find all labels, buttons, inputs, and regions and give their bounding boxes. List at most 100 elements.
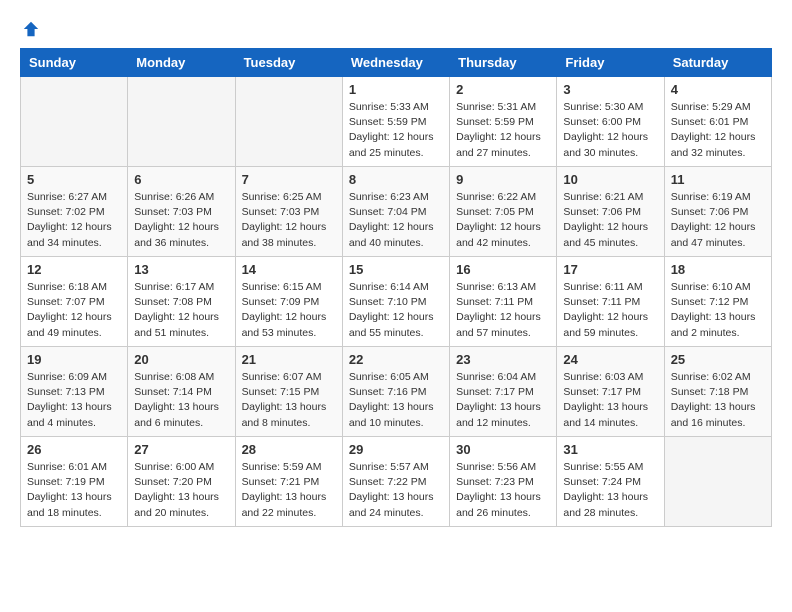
calendar-cell: 10 Sunrise: 6:21 AM Sunset: 7:06 PM Dayli… (557, 167, 664, 257)
logo-icon (22, 20, 40, 38)
calendar-cell (128, 77, 235, 167)
day-number: 25 (671, 352, 765, 367)
day-info: Sunrise: 5:56 AM Sunset: 7:23 PM Dayligh… (456, 460, 550, 521)
day-info: Sunrise: 5:59 AM Sunset: 7:21 PM Dayligh… (242, 460, 336, 521)
day-number: 28 (242, 442, 336, 457)
day-info: Sunrise: 5:30 AM Sunset: 6:00 PM Dayligh… (563, 100, 657, 161)
day-number: 27 (134, 442, 228, 457)
day-number: 29 (349, 442, 443, 457)
calendar-cell: 2 Sunrise: 5:31 AM Sunset: 5:59 PM Daylig… (450, 77, 557, 167)
day-info: Sunrise: 6:07 AM Sunset: 7:15 PM Dayligh… (242, 370, 336, 431)
day-info: Sunrise: 6:03 AM Sunset: 7:17 PM Dayligh… (563, 370, 657, 431)
calendar-cell: 28 Sunrise: 5:59 AM Sunset: 7:21 PM Dayli… (235, 437, 342, 527)
day-info: Sunrise: 6:22 AM Sunset: 7:05 PM Dayligh… (456, 190, 550, 251)
calendar-cell (235, 77, 342, 167)
day-info: Sunrise: 6:08 AM Sunset: 7:14 PM Dayligh… (134, 370, 228, 431)
calendar-week-row: 1Sunrise: 5:33 AM Sunset: 5:59 PM Daylig… (21, 77, 772, 167)
calendar-cell: 13Sunrise: 6:17 AM Sunset: 7:08 PM Dayli… (128, 257, 235, 347)
day-number: 5 (27, 172, 121, 187)
day-info: Sunrise: 6:02 AM Sunset: 7:18 PM Dayligh… (671, 370, 765, 431)
day-number: 26 (27, 442, 121, 457)
calendar-cell: 18 Sunrise: 6:10 AM Sunset: 7:12 PM Dayli… (664, 257, 771, 347)
calendar-header-thursday: Thursday (450, 49, 557, 77)
day-number: 2 (456, 82, 550, 97)
day-info: Sunrise: 6:26 AM Sunset: 7:03 PM Dayligh… (134, 190, 228, 251)
calendar-week-row: 19 Sunrise: 6:09 AM Sunset: 7:13 PM Dayli… (21, 347, 772, 437)
day-info: Sunrise: 6:10 AM Sunset: 7:12 PM Dayligh… (671, 280, 765, 341)
day-number: 21 (242, 352, 336, 367)
calendar-cell (664, 437, 771, 527)
calendar-cell: 29 Sunrise: 5:57 AM Sunset: 7:22 PM Dayli… (342, 437, 449, 527)
calendar-cell: 24 Sunrise: 6:03 AM Sunset: 7:17 PM Dayli… (557, 347, 664, 437)
calendar-header-sunday: Sunday (21, 49, 128, 77)
calendar-cell: 17 Sunrise: 6:11 AM Sunset: 7:11 PM Dayli… (557, 257, 664, 347)
calendar-cell: 7 Sunrise: 6:25 AM Sunset: 7:03 PM Daylig… (235, 167, 342, 257)
calendar-cell: 31 Sunrise: 5:55 AM Sunset: 7:24 PM Dayli… (557, 437, 664, 527)
day-info: Sunrise: 6:04 AM Sunset: 7:17 PM Dayligh… (456, 370, 550, 431)
day-info: Sunrise: 6:09 AM Sunset: 7:13 PM Dayligh… (27, 370, 121, 431)
day-number: 18 (671, 262, 765, 277)
day-info: Sunrise: 5:31 AM Sunset: 5:59 PM Dayligh… (456, 100, 550, 161)
day-info: Sunrise: 5:55 AM Sunset: 7:24 PM Dayligh… (563, 460, 657, 521)
calendar-cell: 27Sunrise: 6:00 AM Sunset: 7:20 PM Dayli… (128, 437, 235, 527)
day-info: Sunrise: 6:23 AM Sunset: 7:04 PM Dayligh… (349, 190, 443, 251)
day-info: Sunrise: 6:13 AM Sunset: 7:11 PM Dayligh… (456, 280, 550, 341)
day-number: 6 (134, 172, 228, 187)
day-number: 31 (563, 442, 657, 457)
day-number: 22 (349, 352, 443, 367)
calendar-cell: 20 Sunrise: 6:08 AM Sunset: 7:14 PM Dayli… (128, 347, 235, 437)
calendar-cell: 9 Sunrise: 6:22 AM Sunset: 7:05 PM Daylig… (450, 167, 557, 257)
calendar-cell: 1Sunrise: 5:33 AM Sunset: 5:59 PM Daylig… (342, 77, 449, 167)
day-info: Sunrise: 6:25 AM Sunset: 7:03 PM Dayligh… (242, 190, 336, 251)
day-info: Sunrise: 6:17 AM Sunset: 7:08 PM Dayligh… (134, 280, 228, 341)
day-number: 16 (456, 262, 550, 277)
day-info: Sunrise: 6:27 AM Sunset: 7:02 PM Dayligh… (27, 190, 121, 251)
day-info: Sunrise: 6:05 AM Sunset: 7:16 PM Dayligh… (349, 370, 443, 431)
calendar-cell (21, 77, 128, 167)
calendar-table: SundayMondayTuesdayWednesdayThursdayFrid… (20, 48, 772, 527)
day-number: 20 (134, 352, 228, 367)
day-number: 10 (563, 172, 657, 187)
day-number: 9 (456, 172, 550, 187)
day-number: 8 (349, 172, 443, 187)
day-number: 19 (27, 352, 121, 367)
calendar-header-monday: Monday (128, 49, 235, 77)
calendar-cell: 22 Sunrise: 6:05 AM Sunset: 7:16 PM Dayli… (342, 347, 449, 437)
day-number: 30 (456, 442, 550, 457)
day-info: Sunrise: 6:21 AM Sunset: 7:06 PM Dayligh… (563, 190, 657, 251)
calendar-cell: 26 Sunrise: 6:01 AM Sunset: 7:19 PM Dayli… (21, 437, 128, 527)
calendar-cell: 11 Sunrise: 6:19 AM Sunset: 7:06 PM Dayli… (664, 167, 771, 257)
day-number: 15 (349, 262, 443, 277)
day-info: Sunrise: 6:01 AM Sunset: 7:19 PM Dayligh… (27, 460, 121, 521)
calendar-header-friday: Friday (557, 49, 664, 77)
day-info: Sunrise: 6:15 AM Sunset: 7:09 PM Dayligh… (242, 280, 336, 341)
calendar-cell: 15 Sunrise: 6:14 AM Sunset: 7:10 PM Dayli… (342, 257, 449, 347)
day-number: 12 (27, 262, 121, 277)
calendar-cell: 3 Sunrise: 5:30 AM Sunset: 6:00 PM Daylig… (557, 77, 664, 167)
day-number: 11 (671, 172, 765, 187)
calendar-header-row: SundayMondayTuesdayWednesdayThursdayFrid… (21, 49, 772, 77)
day-info: Sunrise: 6:14 AM Sunset: 7:10 PM Dayligh… (349, 280, 443, 341)
page-header (20, 20, 772, 38)
calendar-week-row: 12Sunrise: 6:18 AM Sunset: 7:07 PM Dayli… (21, 257, 772, 347)
day-info: Sunrise: 5:57 AM Sunset: 7:22 PM Dayligh… (349, 460, 443, 521)
day-number: 3 (563, 82, 657, 97)
day-number: 23 (456, 352, 550, 367)
calendar-cell: 4 Sunrise: 5:29 AM Sunset: 6:01 PM Daylig… (664, 77, 771, 167)
calendar-cell: 12Sunrise: 6:18 AM Sunset: 7:07 PM Dayli… (21, 257, 128, 347)
calendar-header-tuesday: Tuesday (235, 49, 342, 77)
day-info: Sunrise: 5:29 AM Sunset: 6:01 PM Dayligh… (671, 100, 765, 161)
calendar-header-saturday: Saturday (664, 49, 771, 77)
day-number: 17 (563, 262, 657, 277)
calendar-cell: 14 Sunrise: 6:15 AM Sunset: 7:09 PM Dayli… (235, 257, 342, 347)
day-info: Sunrise: 6:11 AM Sunset: 7:11 PM Dayligh… (563, 280, 657, 341)
day-number: 4 (671, 82, 765, 97)
day-number: 24 (563, 352, 657, 367)
day-number: 7 (242, 172, 336, 187)
day-number: 14 (242, 262, 336, 277)
logo (20, 20, 40, 38)
calendar-cell: 25 Sunrise: 6:02 AM Sunset: 7:18 PM Dayli… (664, 347, 771, 437)
day-info: Sunrise: 6:19 AM Sunset: 7:06 PM Dayligh… (671, 190, 765, 251)
calendar-cell: 6 Sunrise: 6:26 AM Sunset: 7:03 PM Daylig… (128, 167, 235, 257)
calendar-cell: 23 Sunrise: 6:04 AM Sunset: 7:17 PM Dayli… (450, 347, 557, 437)
